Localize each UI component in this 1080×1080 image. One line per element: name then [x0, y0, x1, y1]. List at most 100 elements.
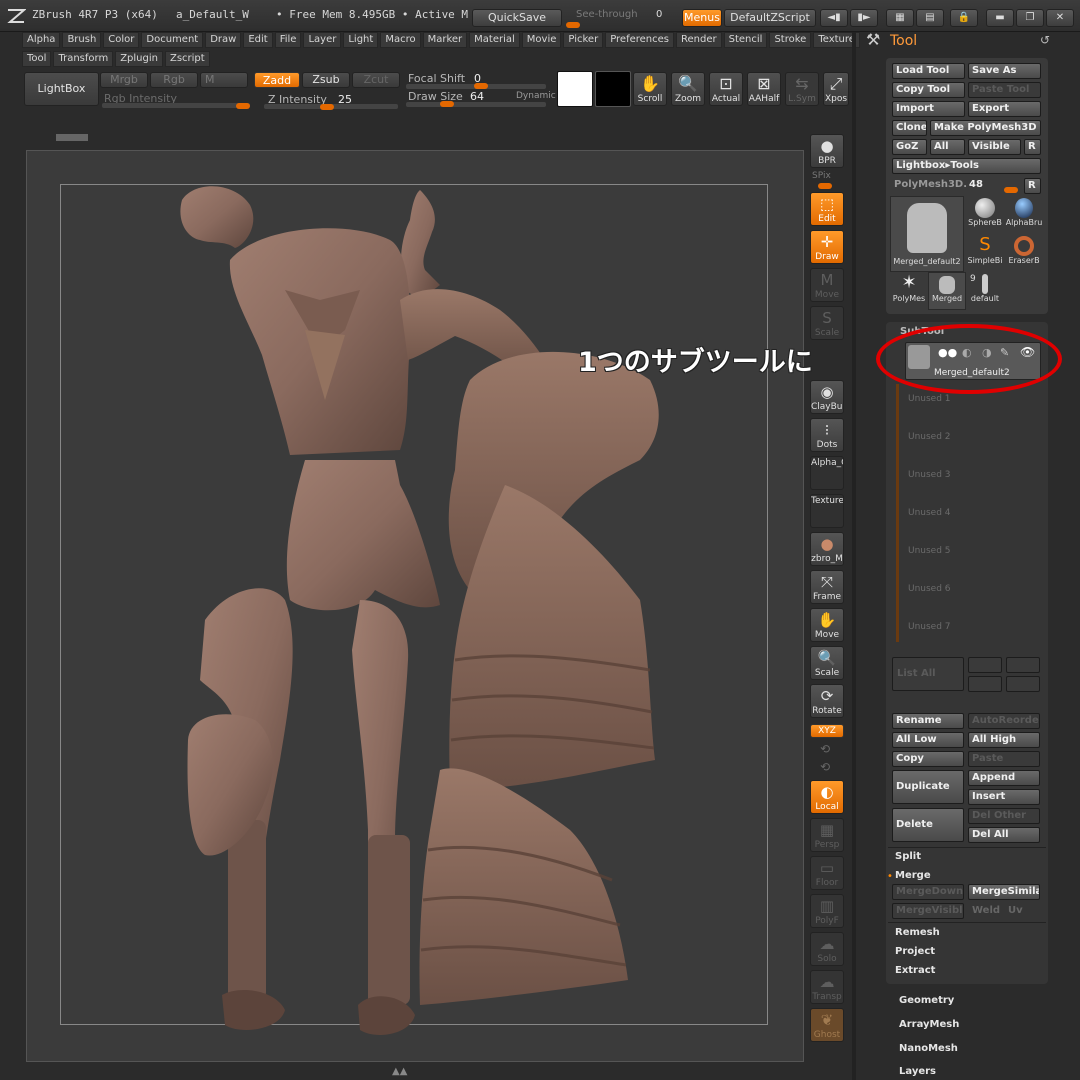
zcut-button[interactable]: Zcut [352, 72, 400, 88]
menu-marker[interactable]: Marker [422, 32, 468, 48]
extract-section[interactable]: Extract [895, 965, 935, 976]
zoom-button[interactable]: 🔍 Zoom [671, 72, 705, 106]
scale-mode-button[interactable]: S Scale [810, 306, 844, 340]
menu-tool[interactable]: Tool [22, 51, 52, 67]
xpos-button[interactable]: ⤢ Xpos [823, 72, 849, 106]
goz-button[interactable]: GoZ [892, 139, 927, 155]
arraymesh-section[interactable]: ArrayMesh [899, 1019, 959, 1030]
floor-button[interactable]: ▭ Floor [810, 856, 844, 890]
document-tab-strip[interactable] [26, 134, 88, 141]
close-icon[interactable]: ✕ [1046, 9, 1074, 27]
remesh-section[interactable]: Remesh [895, 927, 940, 938]
panel-divider[interactable] [852, 32, 856, 1080]
solo-button[interactable]: ☁ Solo [810, 932, 844, 966]
minimize-icon[interactable]: ▬ [986, 9, 1014, 27]
tool-thumbnail-alphabrush[interactable]: AlphaBru [1004, 196, 1044, 234]
tool-thumbnail-merged[interactable]: Merged [928, 272, 966, 310]
weld-toggle[interactable]: Weld [972, 905, 1000, 916]
rotate-button[interactable]: ⟳ Rotate [810, 684, 844, 718]
copy-button[interactable]: Copy [892, 751, 964, 767]
default-zscript-button[interactable]: DefaultZScript [724, 9, 816, 27]
material-button[interactable]: ● zbro_M [810, 532, 844, 566]
mergevisible-button[interactable]: MergeVisible [892, 903, 964, 919]
del-other-button[interactable]: Del Other [968, 808, 1040, 824]
polymesh-slider-knob[interactable] [1004, 187, 1018, 193]
subtool-unused-1[interactable]: Unused 1 [908, 394, 951, 404]
menu-document[interactable]: Document [141, 32, 204, 48]
draw-size-slider[interactable] [406, 102, 546, 107]
subtool-unused-5[interactable]: Unused 5 [908, 546, 951, 556]
see-through-knob[interactable] [566, 22, 580, 28]
actual-button[interactable]: ⊡ Actual [709, 72, 743, 106]
subtool-unused-7[interactable]: Unused 7 [908, 622, 951, 632]
quicksave-button[interactable]: QuickSave [472, 9, 562, 27]
copy-tool-button[interactable]: Copy Tool [892, 82, 965, 98]
all-low-button[interactable]: All Low [892, 732, 964, 748]
menu-edit[interactable]: Edit [243, 32, 273, 48]
aahalf-button[interactable]: ⊠ AAHalf [747, 72, 781, 106]
menu-movie[interactable]: Movie [521, 32, 562, 48]
subtool-unused-6[interactable]: Unused 6 [908, 584, 951, 594]
all-high-button[interactable]: All High [968, 732, 1040, 748]
menu-stroke[interactable]: Stroke [769, 32, 812, 48]
layout-icon[interactable]: ▦ [886, 9, 914, 27]
uv-toggle[interactable]: Uv [1008, 905, 1023, 916]
nanomesh-section[interactable]: NanoMesh [899, 1043, 958, 1054]
polyf-button[interactable]: ▥ PolyF [810, 894, 844, 928]
draw-size-knob[interactable] [440, 101, 454, 107]
frame-button[interactable]: ⤧ Frame [810, 570, 844, 604]
tool-thumbnail-eraserbrush[interactable]: EraserB [1004, 234, 1044, 272]
tool-thumbnail-main[interactable]: Merged_default2 [890, 196, 964, 272]
mergesimilar-button[interactable]: MergeSimilar [968, 884, 1040, 900]
split-section[interactable]: Split [895, 851, 921, 862]
subtool-unused-4[interactable]: Unused 4 [908, 508, 951, 518]
subtool-unused-3[interactable]: Unused 3 [908, 470, 951, 480]
rename-button[interactable]: Rename [892, 713, 964, 729]
tool-thumbnail-polymesh[interactable]: ✶ PolyMes [890, 272, 928, 310]
menu-transform[interactable]: Transform [53, 51, 114, 67]
see-through-slider[interactable]: See-through 0 [566, 8, 678, 28]
import-button[interactable]: Import [892, 101, 965, 117]
dynamic-label[interactable]: Dynamic [516, 91, 556, 101]
delete-button[interactable]: Delete [892, 808, 964, 842]
menu-macro[interactable]: Macro [380, 32, 421, 48]
layout-alt-icon[interactable]: ▤ [916, 9, 944, 27]
xyz-button[interactable]: XYZ [810, 724, 844, 738]
panel-reset-icon[interactable]: ↺ [1040, 33, 1050, 47]
sculpt-model[interactable] [26, 150, 804, 1062]
edit-button[interactable]: ⬚ Edit [810, 192, 844, 226]
paste-tool-button[interactable]: Paste Tool [968, 82, 1041, 98]
clone-button[interactable]: Clone [892, 120, 927, 136]
move-down-button[interactable] [1006, 657, 1040, 673]
scroll-left-icon[interactable]: ◄▮ [820, 9, 848, 27]
transp-button[interactable]: ☁ Transp [810, 970, 844, 1004]
bpr-button[interactable]: ● BPR [810, 134, 844, 168]
export-button[interactable]: Export [968, 101, 1041, 117]
mergedown-button[interactable]: MergeDown [892, 884, 964, 900]
persp-button[interactable]: ▦ Persp [810, 818, 844, 852]
rgb-intensity-slider[interactable] [102, 103, 250, 108]
goz-visible-button[interactable]: Visible [968, 139, 1021, 155]
local-button[interactable]: ◐ Local [810, 780, 844, 814]
goz-r-button[interactable]: R [1024, 139, 1041, 155]
menu-brush[interactable]: Brush [62, 32, 102, 48]
rotate-mode-alt-icon[interactable]: ⟲ [820, 760, 830, 774]
menu-alpha[interactable]: Alpha [22, 32, 61, 48]
layers-section[interactable]: Layers [899, 1066, 936, 1077]
paste-button[interactable]: Paste [968, 751, 1040, 767]
tool-thumbnail-default[interactable]: 9 default [966, 272, 1004, 310]
menu-preferences[interactable]: Preferences [605, 32, 675, 48]
rgb-intensity-knob[interactable] [236, 103, 250, 109]
autoreorder-button[interactable]: AutoReorder [968, 713, 1040, 729]
dots-stroke-button[interactable]: ⁝ Dots [810, 418, 844, 452]
menu-zscript[interactable]: Zscript [164, 51, 210, 67]
m-button[interactable]: M [200, 72, 248, 88]
z-intensity-knob[interactable] [320, 104, 334, 110]
subtool-unused-2[interactable]: Unused 2 [908, 432, 951, 442]
restore-icon[interactable]: ❐ [1016, 9, 1044, 27]
lock-icon[interactable]: 🔒 [950, 9, 978, 27]
menu-picker[interactable]: Picker [563, 32, 604, 48]
lightbox-button[interactable]: LightBox [24, 72, 99, 106]
tool-thumbnail-sphere[interactable]: SphereB [966, 196, 1004, 234]
move-down-fast-button[interactable] [1006, 676, 1040, 692]
